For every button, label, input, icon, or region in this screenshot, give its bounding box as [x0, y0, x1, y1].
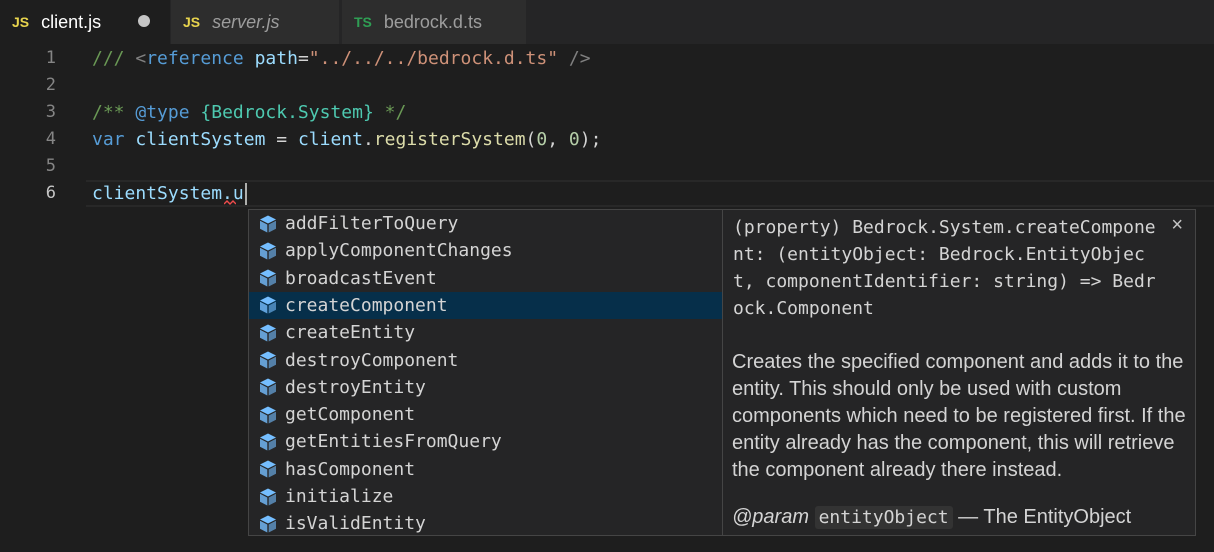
attribute-value: "../../../bedrock.d.ts" [308, 48, 559, 69]
variable-token: clientSystem [135, 129, 266, 150]
tag-bracket: < [135, 48, 147, 69]
suggestion-label: addFilterToQuery [285, 213, 459, 234]
code-line: 4 var clientSystem = client.registerSyst… [0, 126, 1214, 153]
code-line: 2 [0, 72, 1214, 99]
jsdoc-open: /** [92, 102, 125, 123]
operator-token: = [276, 129, 288, 150]
suggestion-label: destroyComponent [285, 349, 459, 371]
comment-token: /// [92, 48, 125, 69]
cube-method-icon [257, 513, 279, 535]
suggestion-item[interactable]: applyComponentChanges [249, 237, 722, 264]
attribute-name: path [254, 48, 298, 69]
code-line: 1 /// <reference path="../../../bedrock.… [0, 45, 1214, 72]
javascript-file-icon: JS [12, 14, 30, 30]
suggestion-label: applyComponentChanges [285, 240, 513, 262]
cube-method-icon [257, 267, 279, 289]
typescript-file-icon: TS [354, 14, 372, 30]
number-token: 0 [536, 129, 548, 150]
code-line: 3 /** @type {Bedrock.System} */ [0, 99, 1214, 126]
signature-text: (property) Bedrock.System.createComponen… [733, 217, 1156, 319]
tab-bedrock-d-ts[interactable]: TS bedrock.d.ts [342, 0, 526, 44]
current-line-highlight [86, 180, 1214, 207]
typed-text: clientSystem.u [92, 183, 244, 204]
suggestion-details-panel: (property) Bedrock.System.createComponen… [722, 209, 1196, 536]
suggestion-label: getEntitiesFromQuery [285, 431, 502, 453]
suggestion-label: initialize [285, 486, 394, 507]
line-number: 6 [45, 183, 56, 203]
paren-token: ( [525, 129, 537, 150]
suggestion-label: broadcastEvent [285, 267, 437, 289]
current-code-line: 6 clientSystem.u [0, 180, 1214, 207]
suggestion-item[interactable]: destroyComponent [249, 347, 722, 374]
param-doc: @param entityObject — The EntityObject [732, 504, 1192, 531]
tab-label: server.js [212, 11, 280, 32]
tab-label: bedrock.d.ts [383, 11, 482, 32]
suggestion-item[interactable]: isValidEntity [249, 510, 722, 535]
jsdoc-tag: @type [135, 102, 190, 123]
close-icon[interactable]: × [1171, 214, 1183, 237]
code-line: 5 [0, 153, 1214, 180]
error-squiggle-icon [224, 200, 236, 205]
cube-method-icon [257, 458, 279, 480]
function-token: registerSystem [373, 129, 526, 150]
cube-method-icon [257, 486, 279, 508]
param-name: entityObject [814, 506, 953, 529]
tag-close: /> [568, 48, 591, 69]
cube-method-icon [257, 294, 279, 316]
suggestion-item[interactable]: broadcastEvent [249, 265, 722, 292]
tab-client-js[interactable]: JS client.js [0, 0, 170, 44]
unsaved-changes-dot-icon[interactable] [138, 15, 150, 27]
dot-token: . [362, 129, 374, 150]
cube-method-icon [257, 349, 279, 371]
cube-method-icon [257, 322, 279, 344]
javascript-file-icon: JS [183, 14, 201, 30]
cube-method-icon [257, 431, 279, 453]
documentation-text: Creates the specified component and adds… [732, 351, 1186, 481]
jsdoc-close: */ [384, 102, 407, 123]
cube-method-icon [257, 404, 279, 426]
suggestion-label: createComponent [285, 294, 448, 316]
suggestion-item[interactable]: getComponent [249, 401, 722, 428]
suggestion-item[interactable]: initialize [249, 483, 722, 510]
suggestion-label: createEntity [285, 322, 416, 344]
paren-close-token: ); [579, 129, 602, 150]
line-number: 4 [45, 129, 56, 149]
editor-tab-bar: JS client.js JS server.js TS bedrock.d.t… [0, 0, 1214, 44]
suggestion-list[interactable]: addFilterToQuery applyComponentChanges bro… [248, 209, 722, 536]
equals-token: = [297, 48, 309, 69]
comma-token: , [547, 129, 559, 150]
jsdoc-type: {Bedrock.System} [200, 102, 374, 123]
suggestion-label: destroyEntity [285, 376, 426, 398]
suggestion-item[interactable]: hasComponent [249, 456, 722, 483]
suggestion-item[interactable]: addFilterToQuery [249, 210, 722, 237]
text-cursor [244, 183, 247, 205]
suggestion-item[interactable]: createComponent [249, 291, 722, 319]
code-line-text: /// <reference path="../../../bedrock.d.… [92, 45, 591, 72]
tab-label: client.js [41, 11, 102, 32]
cube-method-icon [257, 376, 279, 398]
tab-server-js[interactable]: JS server.js [171, 0, 339, 44]
param-tag: @param [732, 506, 809, 528]
suggestion-item[interactable]: destroyEntity [249, 374, 722, 401]
code-line-text: /** @type {Bedrock.System} */ [92, 99, 406, 126]
param-description: — The EntityObject [958, 506, 1132, 528]
line-number: 5 [45, 156, 56, 176]
keyword-token: var [92, 129, 125, 150]
line-number: 2 [45, 75, 56, 95]
code-line-text: var clientSystem = client.registerSystem… [92, 126, 601, 153]
suggestion-item[interactable]: createEntity [249, 319, 722, 346]
line-number: 1 [45, 48, 56, 68]
number-token: 0 [568, 129, 580, 150]
suggestion-label: getComponent [285, 404, 416, 426]
tag-name: reference [146, 48, 244, 69]
suggestion-label: isValidEntity [285, 513, 426, 535]
suggestion-item[interactable]: getEntitiesFromQuery [249, 428, 722, 455]
variable-token: client [297, 129, 363, 150]
line-number: 3 [45, 102, 56, 122]
cube-method-icon [257, 213, 279, 235]
cube-method-icon [257, 240, 279, 262]
suggestion-label: hasComponent [285, 458, 416, 480]
